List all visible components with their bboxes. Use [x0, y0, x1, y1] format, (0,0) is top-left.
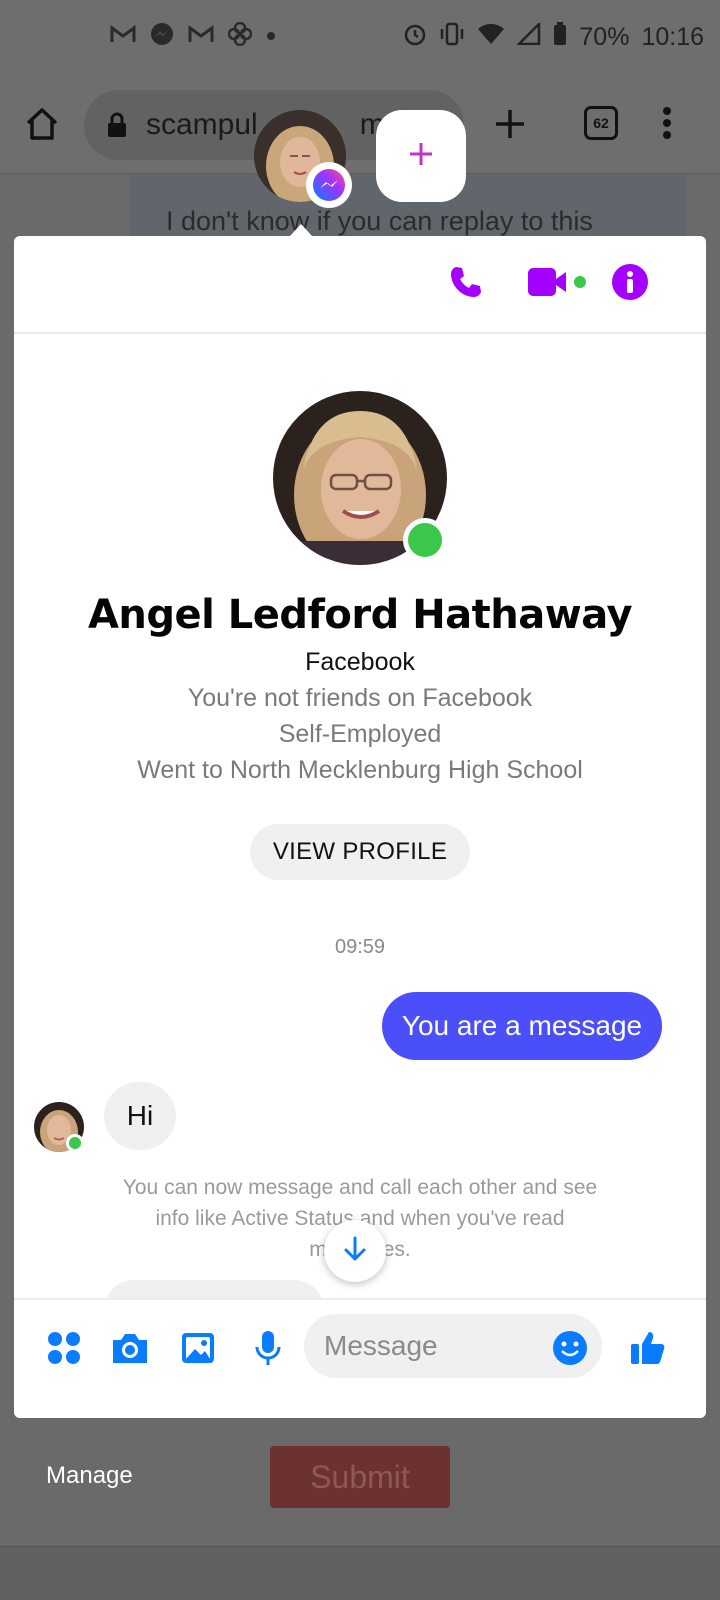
message-composer — [14, 1298, 706, 1418]
background-message-text: I don't know if you can replay to this — [166, 206, 593, 236]
clock: 10:16 — [641, 23, 704, 51]
contact-source: Facebook — [305, 648, 415, 676]
alarm-icon — [403, 22, 427, 53]
browser-toolbar: scampulm/if 62 — [0, 76, 720, 174]
home-icon[interactable] — [24, 106, 60, 147]
gmail-icon — [188, 24, 214, 49]
tab-count: 62 — [593, 115, 609, 131]
panel-pointer — [290, 224, 312, 236]
view-profile-button[interactable]: VIEW PROFILE — [250, 824, 470, 880]
submit-button[interactable]: Submit — [270, 1446, 450, 1508]
lock-icon — [106, 112, 128, 143]
add-chat-button[interactable] — [376, 110, 466, 202]
pinwheel-icon — [227, 21, 253, 51]
wifi-icon — [477, 23, 505, 52]
sender-online-indicator — [66, 1134, 84, 1152]
system-icons: 70% 10:16 — [403, 20, 704, 53]
navigation-strip — [0, 1546, 720, 1600]
notification-icons — [110, 21, 276, 51]
signal-icon — [516, 20, 541, 52]
apps-icon[interactable] — [42, 1326, 86, 1370]
new-tab-icon[interactable] — [492, 106, 528, 147]
thumbs-up-icon[interactable] — [626, 1326, 670, 1370]
sent-message[interactable]: You are a message — [382, 992, 662, 1060]
gmail-icon — [110, 24, 136, 49]
contact-name: Angel Ledford Hathaway — [87, 592, 633, 638]
received-message[interactable]: Hi — [104, 1082, 176, 1150]
messenger-badge-icon — [306, 162, 352, 208]
scroll-down-button[interactable] — [324, 1220, 386, 1282]
emoji-icon[interactable] — [548, 1326, 592, 1370]
vibrate-icon — [439, 22, 465, 53]
voice-call-icon[interactable] — [446, 262, 486, 302]
message-timestamp: 09:59 — [334, 936, 386, 958]
messenger-icon — [150, 22, 174, 51]
chat-header — [14, 236, 706, 334]
friend-status: You're not friends on Facebook — [187, 684, 533, 712]
battery-level: 70% — [579, 23, 630, 51]
info-icon[interactable] — [610, 262, 650, 302]
contact-education: Went to North Mecklenburg High School — [137, 756, 583, 784]
video-call-icon[interactable] — [526, 262, 588, 302]
camera-icon[interactable] — [108, 1326, 152, 1370]
online-status-indicator — [403, 518, 447, 562]
chat-panel: Angel Ledford Hathaway Facebook You're n… — [14, 236, 706, 1418]
tab-switcher-button[interactable]: 62 — [584, 106, 618, 140]
contact-work: Self-Employed — [278, 720, 442, 748]
gallery-icon[interactable] — [176, 1326, 220, 1370]
arrow-down-icon — [342, 1235, 368, 1268]
manage-link[interactable]: Manage — [46, 1462, 133, 1490]
status-bar: 70% 10:16 — [0, 0, 720, 76]
microphone-icon[interactable] — [246, 1326, 290, 1370]
plus-icon — [408, 141, 434, 172]
overflow-menu-icon[interactable] — [662, 106, 672, 145]
dot-icon — [266, 28, 276, 46]
battery-icon — [553, 22, 567, 53]
